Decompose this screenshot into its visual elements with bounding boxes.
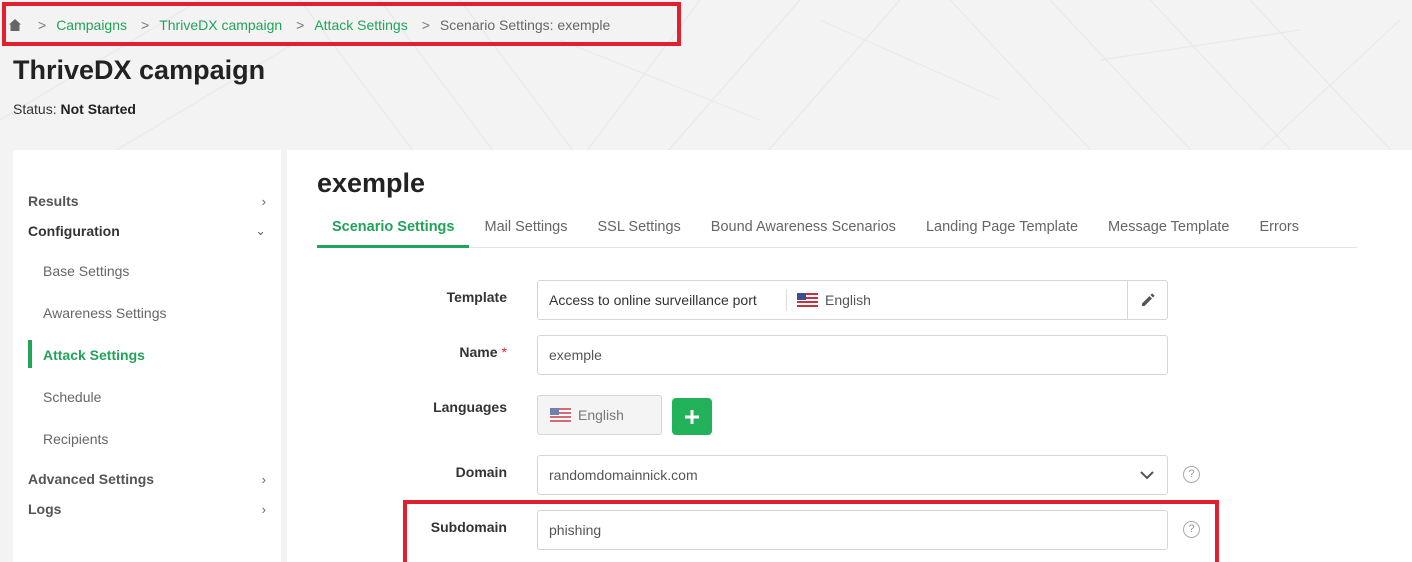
domain-label: Domain bbox=[455, 464, 507, 480]
sidebar-item-label: Configuration bbox=[28, 223, 120, 239]
sidebar-item-logs[interactable]: Logs › bbox=[28, 498, 266, 520]
us-flag-icon bbox=[550, 408, 571, 422]
plus-icon bbox=[685, 409, 699, 424]
breadcrumb-link-campaigns[interactable]: Campaigns bbox=[56, 17, 127, 33]
breadcrumb-separator: > bbox=[296, 17, 305, 33]
tab-scenario-settings[interactable]: Scenario Settings bbox=[317, 208, 470, 248]
sidebar-item-attack-settings[interactable]: Attack Settings bbox=[43, 344, 145, 366]
tab-errors[interactable]: Errors bbox=[1244, 208, 1313, 248]
status-label: Status: bbox=[13, 101, 57, 117]
chevron-right-icon: › bbox=[261, 471, 266, 487]
subdomain-help-icon[interactable]: ? bbox=[1183, 521, 1200, 538]
pencil-icon bbox=[1141, 293, 1154, 306]
chevron-right-icon: › bbox=[261, 501, 266, 517]
sidebar-item-label: Advanced Settings bbox=[28, 471, 155, 487]
breadcrumb-link-attack-settings[interactable]: Attack Settings bbox=[314, 17, 407, 33]
subdomain-value: phishing bbox=[549, 522, 602, 538]
active-indicator bbox=[28, 340, 32, 368]
breadcrumb-current: Scenario Settings: exemple bbox=[439, 17, 611, 33]
breadcrumb-link-campaign[interactable]: ThriveDX campaign bbox=[159, 17, 282, 33]
template-value: Access to online surveillance port bbox=[549, 292, 757, 308]
sidebar-item-base-settings[interactable]: Base Settings bbox=[43, 260, 129, 282]
chevron-down-icon: ⌄ bbox=[255, 223, 266, 238]
template-language-label: English bbox=[825, 292, 871, 308]
status-value: Not Started bbox=[60, 101, 136, 117]
name-input[interactable]: exemple bbox=[537, 335, 1168, 375]
required-marker: * bbox=[501, 344, 507, 360]
sidebar: Results › Configuration ⌄ Base Settings … bbox=[13, 150, 281, 562]
name-label: Name * bbox=[287, 344, 507, 360]
name-value: exemple bbox=[549, 347, 602, 363]
domain-help-icon[interactable]: ? bbox=[1183, 466, 1200, 483]
status-line: Status: Not Started bbox=[13, 101, 136, 117]
main-panel: exemple Scenario Settings Mail Settings … bbox=[287, 150, 1412, 562]
template-label: Template bbox=[446, 289, 507, 305]
add-language-button[interactable] bbox=[672, 398, 712, 435]
sidebar-item-recipients[interactable]: Recipients bbox=[43, 428, 108, 450]
sidebar-item-results[interactable]: Results › bbox=[28, 190, 266, 212]
tab-bound-awareness-scenarios[interactable]: Bound Awareness Scenarios bbox=[696, 208, 911, 248]
breadcrumb: > Campaigns > ThriveDX campaign > Attack… bbox=[8, 10, 610, 40]
sidebar-item-label: Logs bbox=[28, 501, 62, 517]
home-icon[interactable] bbox=[8, 18, 22, 32]
language-chip-label: English bbox=[578, 407, 624, 423]
breadcrumb-separator: > bbox=[38, 17, 47, 33]
us-flag-icon bbox=[797, 293, 818, 307]
name-label-text: Name bbox=[459, 344, 498, 360]
tab-mail-settings[interactable]: Mail Settings bbox=[469, 208, 582, 248]
sidebar-item-configuration[interactable]: Configuration ⌄ bbox=[28, 220, 266, 242]
chevron-down-icon bbox=[1140, 471, 1154, 480]
chevron-right-icon: › bbox=[261, 193, 266, 209]
sidebar-item-awareness-settings[interactable]: Awareness Settings bbox=[43, 302, 166, 324]
breadcrumb-separator: > bbox=[141, 17, 150, 33]
subdomain-label: Subdomain bbox=[430, 519, 507, 535]
sidebar-item-schedule[interactable]: Schedule bbox=[43, 386, 101, 408]
edit-template-button[interactable] bbox=[1127, 281, 1167, 319]
sidebar-item-label: Results bbox=[28, 193, 79, 209]
tab-bar: Scenario Settings Mail Settings SSL Sett… bbox=[317, 208, 1357, 248]
tab-landing-page-template[interactable]: Landing Page Template bbox=[911, 208, 1093, 248]
domain-value: randomdomainnick.com bbox=[549, 467, 698, 483]
scenario-name: exemple bbox=[317, 168, 426, 198]
page-title: ThriveDX campaign bbox=[13, 55, 266, 85]
domain-select[interactable]: randomdomainnick.com bbox=[537, 455, 1168, 495]
sidebar-item-advanced-settings[interactable]: Advanced Settings › bbox=[28, 468, 266, 490]
template-field[interactable]: Access to online surveillance port Engli… bbox=[537, 280, 1168, 320]
subdomain-input[interactable]: phishing bbox=[537, 510, 1168, 550]
language-chip-english[interactable]: English bbox=[537, 395, 662, 435]
tab-ssl-settings[interactable]: SSL Settings bbox=[583, 208, 696, 248]
languages-label: Languages bbox=[433, 399, 507, 415]
breadcrumb-separator: > bbox=[421, 17, 430, 33]
tab-message-template[interactable]: Message Template bbox=[1093, 208, 1244, 248]
template-language: English bbox=[786, 289, 871, 311]
